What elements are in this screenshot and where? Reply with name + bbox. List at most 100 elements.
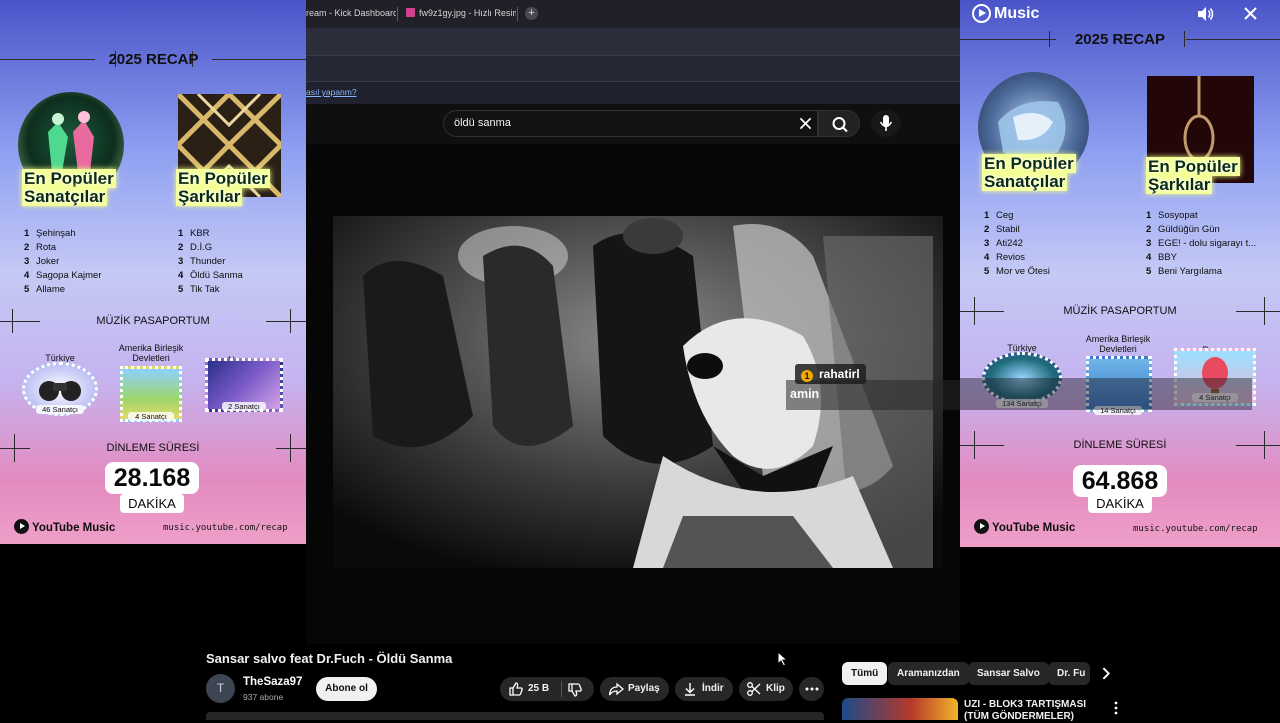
label-line-1: En Popüler bbox=[982, 154, 1076, 173]
youtube-music-logo: YouTube Music bbox=[14, 519, 115, 534]
more-horizontal-icon bbox=[805, 687, 819, 691]
scissors-icon bbox=[747, 682, 761, 696]
label-line-2: Şarkılar bbox=[1146, 175, 1213, 194]
youtube-music-icon bbox=[14, 519, 29, 534]
recap-title: 2025 RECAP bbox=[1074, 31, 1166, 48]
like-count[interactable]: 25 B bbox=[528, 677, 549, 701]
microphone-icon bbox=[879, 115, 893, 131]
more-actions-button[interactable] bbox=[799, 677, 824, 701]
tab-image-viewer[interactable]: fw9z1gy.jpg - Hızlı Resim bbox=[400, 4, 516, 24]
divider-tick bbox=[1264, 431, 1265, 459]
recommendation-thumbnail[interactable] bbox=[842, 698, 958, 720]
divider-line bbox=[0, 448, 30, 449]
chip-sansar-salvo[interactable]: Sansar Salvo bbox=[968, 662, 1049, 685]
channel-name[interactable]: TheSaza97 bbox=[243, 676, 302, 688]
label-line-1: En Popüler bbox=[22, 169, 116, 188]
description-box[interactable] bbox=[206, 712, 824, 720]
download-button[interactable]: İndir bbox=[675, 677, 733, 701]
recap-title: 2025 RECAP bbox=[108, 51, 199, 68]
country-artist-count: 4 Sanatçı bbox=[128, 412, 174, 421]
chip-from-search[interactable]: Aramanızdan bbox=[888, 662, 969, 685]
recommendation-title[interactable]: UZI - BLOK3 TARTIŞMASI (TÜM GÖNDERMELER) bbox=[964, 699, 1112, 723]
top-artists-list: 1 Şehinşah 2 Rota 3 Joker 4 Sagopa Kajmer 5A… bbox=[24, 227, 101, 297]
list-item: 3 Joker bbox=[24, 256, 60, 267]
list-item: 2 Stabil bbox=[984, 224, 1020, 235]
list-item: 5 Tik Tak bbox=[178, 284, 220, 295]
divider-tick bbox=[12, 309, 13, 333]
mouse-cursor-icon bbox=[777, 651, 789, 667]
label-line-2: Sanatçılar bbox=[22, 187, 108, 206]
divider-line bbox=[276, 448, 306, 449]
like-divider bbox=[561, 681, 562, 697]
share-icon bbox=[608, 682, 624, 696]
divider-tick bbox=[974, 431, 975, 459]
divider-line bbox=[960, 39, 1056, 40]
top-songs-label: En Popüler Şarkılar bbox=[1146, 157, 1240, 194]
list-item: 2 Rota bbox=[24, 242, 57, 253]
video-title: Sansar salvo feat Dr.Fuch - Öldü Sanma bbox=[206, 651, 453, 666]
list-item: 4 Öldü Sanma bbox=[178, 270, 243, 281]
chip-all[interactable]: Tümü bbox=[842, 662, 888, 685]
listening-time-title: DİNLEME SÜRESİ bbox=[106, 442, 200, 454]
subscriber-badge-icon: 1 bbox=[801, 370, 813, 382]
recap-url: music.youtube.com/recap bbox=[163, 523, 288, 533]
divider-line bbox=[0, 321, 40, 322]
tab-label: fw9z1gy.jpg - Hızlı Resim bbox=[419, 8, 516, 18]
top-songs-list: 1 KBR 2 D.İ.G 3 Thunder 4 Öldü Sanma 5 Tik Ta… bbox=[178, 227, 243, 297]
new-tab-button[interactable]: + bbox=[525, 7, 538, 20]
more-vertical-icon[interactable] bbox=[1110, 700, 1122, 716]
logo-text: YouTube Music bbox=[992, 522, 1076, 534]
list-item: 2 D.İ.G bbox=[178, 242, 213, 253]
chat-username: 1 rahatirl bbox=[795, 364, 866, 384]
chevron-right-icon[interactable] bbox=[1097, 665, 1114, 682]
youtube-music-logo: YouTube Music bbox=[974, 519, 1075, 534]
download-label: İndir bbox=[702, 683, 724, 694]
list-item: 5 Mor ve Ötesi bbox=[984, 266, 1050, 277]
divider-line bbox=[1186, 39, 1280, 40]
list-item: 5 Allame bbox=[24, 284, 66, 295]
help-link[interactable]: asıl yapanm? bbox=[306, 87, 357, 97]
divider-tick bbox=[290, 434, 291, 462]
divider-tick bbox=[1184, 31, 1185, 47]
search-query-text: öldü sanma bbox=[454, 117, 511, 129]
thumbs-up-icon[interactable] bbox=[508, 681, 524, 697]
like-dislike-group: 25 B bbox=[500, 677, 594, 701]
list-item: 1 KBR bbox=[178, 228, 210, 239]
clip-button[interactable]: Klip bbox=[739, 677, 793, 701]
country-artist-count: 46 Sanatçı bbox=[36, 405, 84, 414]
top-songs-label: En Popüler Şarkılar bbox=[176, 169, 270, 206]
voice-search-button[interactable] bbox=[871, 110, 901, 137]
top-artists-label: En Popüler Sanatçılar bbox=[982, 154, 1076, 191]
divider-line bbox=[960, 311, 1004, 312]
country-name: Amerika Birleşik Devletleri bbox=[118, 343, 184, 363]
tab-separator bbox=[517, 7, 518, 21]
label-line-2: Sanatçılar bbox=[982, 172, 1068, 191]
close-icon[interactable] bbox=[1242, 5, 1259, 22]
list-item: 1 Ceg bbox=[984, 210, 1014, 221]
share-label: Paylaş bbox=[628, 683, 660, 694]
thumbs-down-icon[interactable] bbox=[567, 682, 583, 698]
list-item: 1 Şehinşah bbox=[24, 228, 76, 239]
recap-card-right: 2025 RECAP En Popüler Sanatçılar En Popül… bbox=[960, 0, 1280, 547]
divider-line bbox=[960, 445, 1004, 446]
clear-search-icon[interactable] bbox=[797, 115, 814, 132]
list-item: 3 EGE! - dolu sigarayı t... bbox=[1146, 238, 1257, 249]
clip-label: Klip bbox=[766, 683, 785, 694]
listening-minutes: 28.168 bbox=[105, 462, 199, 494]
tab-label: ream - Kick Dashboard bbox=[306, 8, 396, 18]
logo-text: YouTube Music bbox=[32, 522, 116, 534]
channel-avatar[interactable]: T bbox=[206, 674, 235, 703]
volume-icon[interactable] bbox=[1195, 4, 1215, 24]
search-button[interactable] bbox=[818, 110, 860, 137]
divider-line bbox=[0, 59, 95, 60]
download-icon bbox=[685, 683, 695, 696]
share-button[interactable]: Paylaş bbox=[600, 677, 669, 701]
chat-message: amin bbox=[790, 387, 820, 401]
music-app-icon bbox=[972, 4, 991, 23]
chip-dr-fuch[interactable]: Dr. Fu bbox=[1048, 662, 1090, 685]
tab-kick-dashboard[interactable]: ream - Kick Dashboard bbox=[300, 4, 396, 24]
divider-tick bbox=[14, 434, 15, 462]
divider-tick bbox=[1264, 297, 1265, 325]
subscriber-count: 937 abone bbox=[243, 692, 284, 702]
subscribe-button[interactable]: Abone ol bbox=[316, 677, 377, 701]
